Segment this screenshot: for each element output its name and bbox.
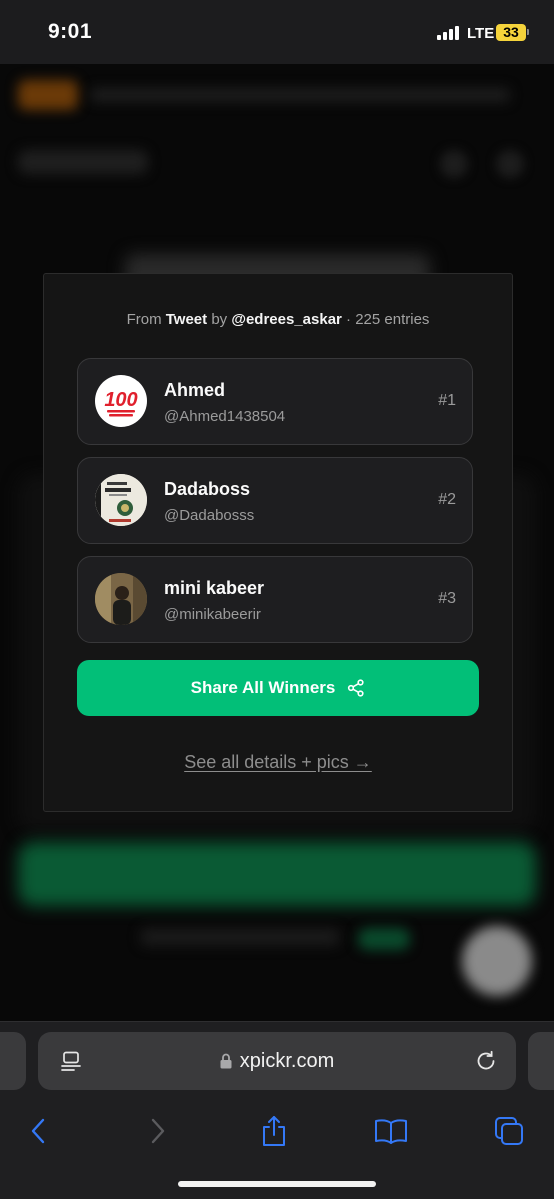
source-type: Tweet (165, 311, 208, 328)
winner-card[interactable]: Dadaboss @Dadabosss #2 (77, 457, 473, 544)
chevron-left-icon (31, 1118, 45, 1144)
blurred-floating-button (462, 926, 532, 996)
winner-card[interactable]: mini kabeer @minikabeerir #3 (77, 556, 473, 643)
blurred-green-button (18, 842, 536, 906)
home-indicator (178, 1181, 376, 1187)
winner-rank: #2 (438, 491, 456, 508)
winner-rank: #1 (438, 392, 456, 409)
next-tab-peek[interactable] (528, 1032, 554, 1090)
reload-icon[interactable] (474, 1049, 498, 1073)
blurred-header-icon (440, 150, 468, 178)
status-bar: 9:01 LTE 33 (0, 0, 554, 64)
status-time: 9:01 (48, 20, 93, 43)
share-icon (348, 679, 364, 697)
winner-handle: @Ahmed1438504 (164, 408, 286, 425)
tabs-icon (495, 1117, 523, 1145)
forward-button[interactable] (136, 1109, 180, 1153)
winner-name: mini kabeer (164, 578, 265, 598)
winner-name: Ahmed (164, 380, 226, 400)
blurred-banner-text (90, 88, 510, 102)
hundred-points-emoji-avatar: 100 (95, 375, 147, 427)
winner-handle: @Dadabosss (164, 507, 255, 524)
battery-tip (527, 29, 529, 35)
book-icon (375, 1119, 407, 1144)
winner-card[interactable]: 100 Ahmed @Ahmed1438504 #1 (77, 358, 473, 445)
bookmarks-button[interactable] (369, 1109, 413, 1153)
blurred-banner-logo (18, 80, 78, 110)
safari-address-area: xpickr.com (0, 1021, 554, 1102)
winner-rank: #3 (438, 590, 456, 607)
blurred-site-logo (18, 150, 148, 174)
source-line: From Tweet by @edrees_askar · 225 entrie… (44, 311, 512, 328)
share-page-button[interactable] (252, 1109, 296, 1153)
battery-icon: 33 (496, 24, 526, 41)
lock-icon (220, 1053, 232, 1069)
source-by: by (211, 311, 228, 328)
url-display[interactable]: xpickr.com (38, 1032, 516, 1090)
entries-count: 225 entries (355, 311, 430, 328)
person-photo-avatar (95, 573, 147, 625)
share-button-label: Share All Winners (190, 678, 336, 697)
winner-handle: @minikabeerir (164, 606, 261, 623)
blurred-pill (358, 928, 410, 950)
address-bar[interactable]: xpickr.com (38, 1032, 516, 1090)
blurred-header-icon (496, 150, 524, 178)
cellular-signal-icon (437, 26, 461, 40)
url-text: xpickr.com (239, 1049, 335, 1072)
previous-tab-peek[interactable] (0, 1032, 26, 1090)
blurred-caption (140, 928, 340, 946)
chevron-right-icon (151, 1118, 165, 1144)
svg-text:100: 100 (104, 389, 137, 411)
share-all-winners-button[interactable]: Share All Winners (77, 660, 479, 716)
source-prefix: From (126, 311, 162, 328)
book-cover-avatar (95, 474, 147, 526)
network-type: LTE (467, 25, 495, 42)
source-author[interactable]: @edrees_askar (231, 311, 342, 328)
source-separator: · (346, 311, 352, 328)
see-all-details-link[interactable]: See all details + pics → (44, 752, 512, 773)
winners-modal: From Tweet by @edrees_askar · 225 entrie… (43, 273, 513, 812)
safari-toolbar (0, 1101, 554, 1199)
winner-name: Dadaboss (164, 479, 251, 499)
tabs-button[interactable] (487, 1109, 531, 1153)
share-up-icon (263, 1116, 285, 1146)
back-button[interactable] (16, 1109, 60, 1153)
